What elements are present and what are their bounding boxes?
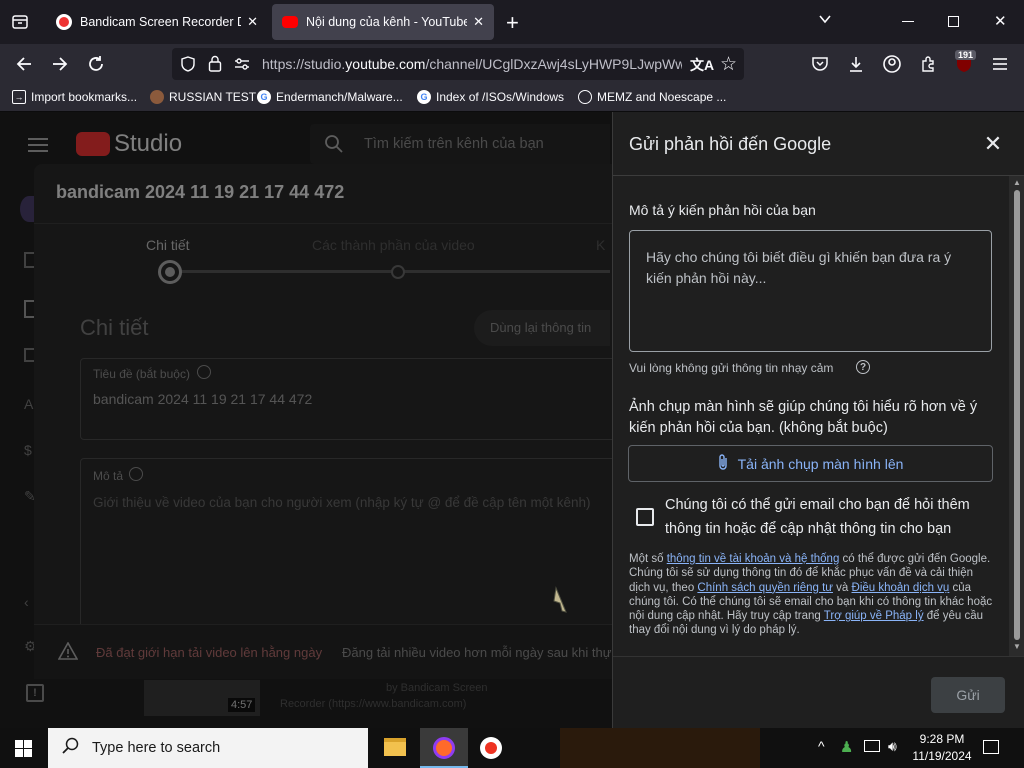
- scrollbar-thumb[interactable]: [1014, 190, 1020, 640]
- send-button[interactable]: Gửi: [931, 677, 1005, 713]
- tracking-protection-shield-icon[interactable]: [180, 56, 196, 77]
- taskbar-search-placeholder: Type here to search: [92, 740, 221, 756]
- bookmark-label: RUSSIAN TEST: [169, 90, 257, 104]
- extension-badge: 191: [955, 50, 977, 60]
- bookmark-russian-test[interactable]: RUSSIAN TEST: [150, 90, 256, 104]
- downloads-icon[interactable]: [842, 50, 870, 78]
- bookmark-label: Index of /ISOs/Windows: [436, 90, 565, 104]
- upload-screenshot-label: Tải ảnh chụp màn hình lên: [737, 455, 904, 472]
- youtube-studio-page: Studio Tìm kiếm trên kênh của bạn A $ ✎ …: [0, 112, 1024, 728]
- legal-text: Một số: [629, 553, 667, 565]
- close-tab-icon[interactable]: ✕: [473, 14, 484, 30]
- url-path: /channel/UCglDxzAwj4sLyHWP9LJwpWw/: [425, 56, 682, 72]
- minimize-icon[interactable]: [902, 21, 914, 22]
- tab-youtube-studio[interactable]: Nội dung của kênh - YouTube S ✕: [272, 4, 494, 40]
- tab-title: Bandicam Screen Recorder Dow: [80, 15, 241, 29]
- bookmark-label: Endermanch/Malware...: [276, 90, 403, 104]
- pocket-icon[interactable]: [806, 50, 834, 78]
- privacy-policy-link[interactable]: Chính sách quyền riêng tư: [697, 582, 833, 594]
- restore-icon[interactable]: [948, 16, 959, 27]
- network-icon[interactable]: [864, 740, 880, 752]
- globe-icon: [578, 90, 592, 104]
- feedback-description-field[interactable]: [629, 230, 992, 352]
- email-consent-checkbox[interactable]: [636, 508, 654, 526]
- legal-disclaimer: Một số thông tin về tài khoản và hệ thốn…: [629, 552, 995, 638]
- close-tab-icon[interactable]: ✕: [247, 14, 258, 30]
- legal-help-link[interactable]: Trợ giúp về Pháp lý: [824, 610, 924, 622]
- feedback-description-input[interactable]: [630, 231, 991, 351]
- url-prefix: https://studio.: [262, 56, 346, 72]
- search-icon: [62, 737, 80, 760]
- account-system-info-link[interactable]: thông tin về tài khoản và hệ thống: [667, 553, 840, 565]
- clock-date[interactable]: 11/19/2024: [908, 749, 976, 763]
- sensitive-info-note: Vui lòng không gửi thông tin nhạy cảm: [629, 361, 834, 375]
- import-icon: →: [12, 90, 26, 104]
- lock-icon[interactable]: [208, 55, 222, 77]
- modal-overlay: [0, 112, 612, 728]
- close-window-icon[interactable]: ✕: [994, 12, 1007, 30]
- url-host: youtube.com: [345, 56, 426, 72]
- notifications-icon[interactable]: [983, 740, 999, 754]
- help-circle-icon[interactable]: ?: [856, 360, 870, 374]
- feedback-title: Gửi phản hồi đến Google: [629, 134, 832, 154]
- tab-strip: Bandicam Screen Recorder Dow ✕ Nội dung …: [0, 0, 1024, 44]
- bookmark-import[interactable]: → Import bookmarks...: [12, 90, 137, 104]
- google-favicon-icon: G: [417, 90, 431, 104]
- feedback-header: Gửi phản hồi đến Google ✕: [613, 112, 1024, 176]
- reload-icon[interactable]: [82, 50, 110, 78]
- russian-test-favicon-icon: [150, 90, 164, 104]
- bookmark-label: MEMZ and Noescape ...: [597, 90, 727, 104]
- email-consent-label: Chúng tôi có thể gửi email cho bạn để hỏ…: [665, 497, 970, 537]
- tab-list-icon[interactable]: [10, 12, 30, 32]
- back-icon[interactable]: [10, 50, 38, 78]
- tab-bandicam[interactable]: Bandicam Screen Recorder Dow ✕: [46, 4, 268, 40]
- feedback-scrollbar[interactable]: ▲ ▼: [1009, 176, 1024, 656]
- legal-text: và: [832, 581, 852, 594]
- url-text[interactable]: https://studio.youtube.com/channel/UCglD…: [262, 56, 682, 72]
- bookmark-index-isos[interactable]: G Index of /ISOs/Windows: [417, 90, 564, 104]
- forward-icon[interactable]: [46, 50, 74, 78]
- url-bar[interactable]: https://studio.youtube.com/channel/UCglD…: [172, 48, 744, 80]
- describe-feedback-label: Mô tả ý kiến phản hồi của bạn: [629, 202, 816, 218]
- clock-time[interactable]: 9:28 PM: [916, 732, 968, 746]
- scroll-down-arrow-icon[interactable]: ▼: [1013, 642, 1021, 651]
- extensions-icon[interactable]: [914, 50, 942, 78]
- navigation-toolbar: https://studio.youtube.com/channel/UCglD…: [0, 44, 1024, 84]
- paperclip-icon: [718, 454, 728, 473]
- terms-of-service-link[interactable]: Điều khoản dịch vụ: [852, 582, 950, 594]
- bandicam-taskbar-icon[interactable]: [480, 737, 502, 759]
- list-all-tabs-icon[interactable]: [818, 12, 832, 31]
- people-icon[interactable]: ♟: [840, 738, 853, 756]
- permissions-icon[interactable]: [234, 57, 250, 76]
- bookmark-label: Import bookmarks...: [31, 90, 138, 104]
- taskbar-search-box[interactable]: Type here to search: [48, 728, 368, 768]
- menu-hamburger-icon[interactable]: [986, 50, 1014, 78]
- file-explorer-icon[interactable]: [384, 738, 406, 756]
- screenshot-explanation: Ảnh chụp màn hình sẽ giúp chúng tôi hiểu…: [629, 399, 978, 436]
- feedback-footer: Gửi: [613, 656, 1024, 728]
- bandicam-favicon-icon: [56, 14, 72, 30]
- feedback-panel: Gửi phản hồi đến Google ✕ Mô tả ý kiến p…: [612, 112, 1024, 728]
- tab-title: Nội dung của kênh - YouTube S: [306, 15, 468, 29]
- scroll-up-arrow-icon[interactable]: ▲: [1013, 178, 1021, 187]
- bookmark-star-icon[interactable]: ☆: [720, 53, 737, 76]
- show-hidden-icons-icon[interactable]: ^: [818, 738, 825, 754]
- upload-screenshot-button[interactable]: Tải ảnh chụp màn hình lên: [628, 445, 993, 482]
- firefox-taskbar-icon[interactable]: [420, 728, 468, 768]
- windows-taskbar: Type here to search ^ ♟ 🔊︎ 9:28 PM 11/19…: [0, 728, 1024, 768]
- bookmark-endermanch[interactable]: G Endermanch/Malware...: [257, 90, 403, 104]
- translate-icon[interactable]: 文A: [690, 55, 714, 75]
- bookmarks-toolbar: → Import bookmarks... RUSSIAN TEST G End…: [0, 84, 1024, 112]
- volume-icon[interactable]: 🔊︎: [888, 738, 897, 755]
- google-favicon-icon: G: [257, 90, 271, 104]
- youtube-favicon-icon: [282, 16, 298, 28]
- windows-start-icon[interactable]: [15, 740, 32, 762]
- close-icon[interactable]: ✕: [979, 130, 1007, 158]
- taskbar-background-art: [560, 728, 760, 768]
- account-icon[interactable]: [878, 50, 906, 78]
- bookmark-memz[interactable]: MEMZ and Noescape ...: [578, 90, 726, 104]
- new-tab-icon[interactable]: +: [506, 10, 519, 36]
- mouse-cursor-icon: [550, 586, 572, 621]
